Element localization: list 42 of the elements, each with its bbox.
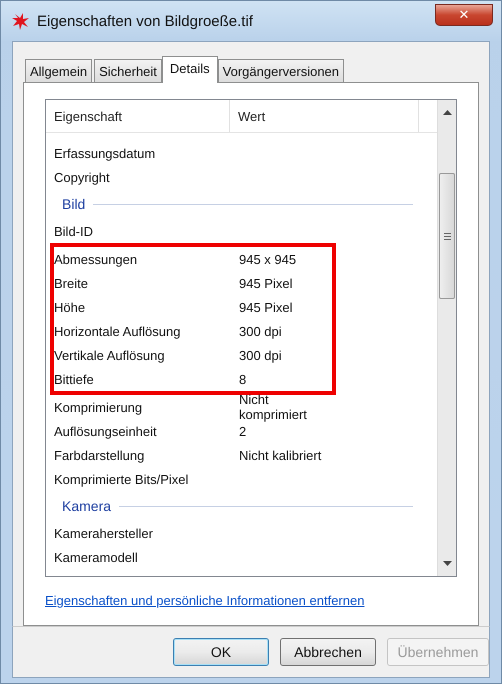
property-name: Bittiefe: [54, 372, 95, 386]
scroll-down-icon[interactable]: [442, 561, 452, 566]
property-name: Horizontale Auflösung: [54, 324, 182, 338]
property-value: 300 dpi: [239, 324, 283, 338]
dialog-button[interactable]: Abbrechen: [280, 638, 376, 666]
property-name: Kameramodell: [54, 550, 139, 564]
property-name: Bild-ID: [54, 224, 94, 238]
tab[interactable]: Vorgängerversionen: [218, 59, 344, 82]
property-value: 2: [239, 424, 248, 438]
property-value: Nicht komprimiert: [239, 392, 308, 422]
property-name: Farbdarstellung: [54, 448, 146, 462]
property-name: Kamerahersteller: [54, 526, 154, 540]
scroll-thumb[interactable]: [439, 173, 455, 299]
close-button[interactable]: ✕: [435, 4, 493, 26]
property-name: Breite: [54, 276, 89, 290]
window-title: Eigenschaften von Bildgroeße.tif: [37, 12, 254, 30]
property-value: 945 Pixel: [239, 276, 294, 290]
property-name: Copyright: [54, 170, 111, 184]
dialog-button[interactable]: OK: [173, 638, 269, 666]
property-value: 945 Pixel: [239, 300, 294, 314]
property-name: Komprimierte Bits/Pixel: [54, 472, 190, 486]
property-value: 945 x 945: [239, 252, 298, 266]
section-heading: Kamera: [62, 498, 112, 514]
scroll-up-icon[interactable]: [442, 110, 452, 115]
property-name: Vertikale Auflösung: [54, 348, 166, 362]
scrollbar[interactable]: [437, 100, 456, 576]
property-value: 300 dpi: [239, 348, 283, 362]
property-value: 8: [239, 372, 248, 386]
splat-icon: [11, 11, 31, 31]
property-name: Höhe: [54, 300, 86, 314]
remove-properties-link[interactable]: Eigenschaften und persönliche Informationen entfernen: [45, 593, 364, 608]
property-value: Nicht kalibriert: [239, 448, 322, 462]
property-name: Komprimierung: [54, 400, 144, 414]
property-name: Auflösungseinheit: [54, 424, 158, 438]
tab[interactable]: Sicherheit: [94, 59, 162, 82]
tab[interactable]: Details: [162, 56, 218, 83]
tab[interactable]: Allgemein: [25, 59, 92, 82]
column-header[interactable]: Wert: [230, 100, 419, 132]
section-heading: Bild: [62, 196, 86, 212]
column-header[interactable]: Eigenschaft: [46, 100, 230, 132]
property-name: Erfassungsdatum: [54, 146, 156, 160]
property-name: Abmessungen: [54, 252, 138, 266]
